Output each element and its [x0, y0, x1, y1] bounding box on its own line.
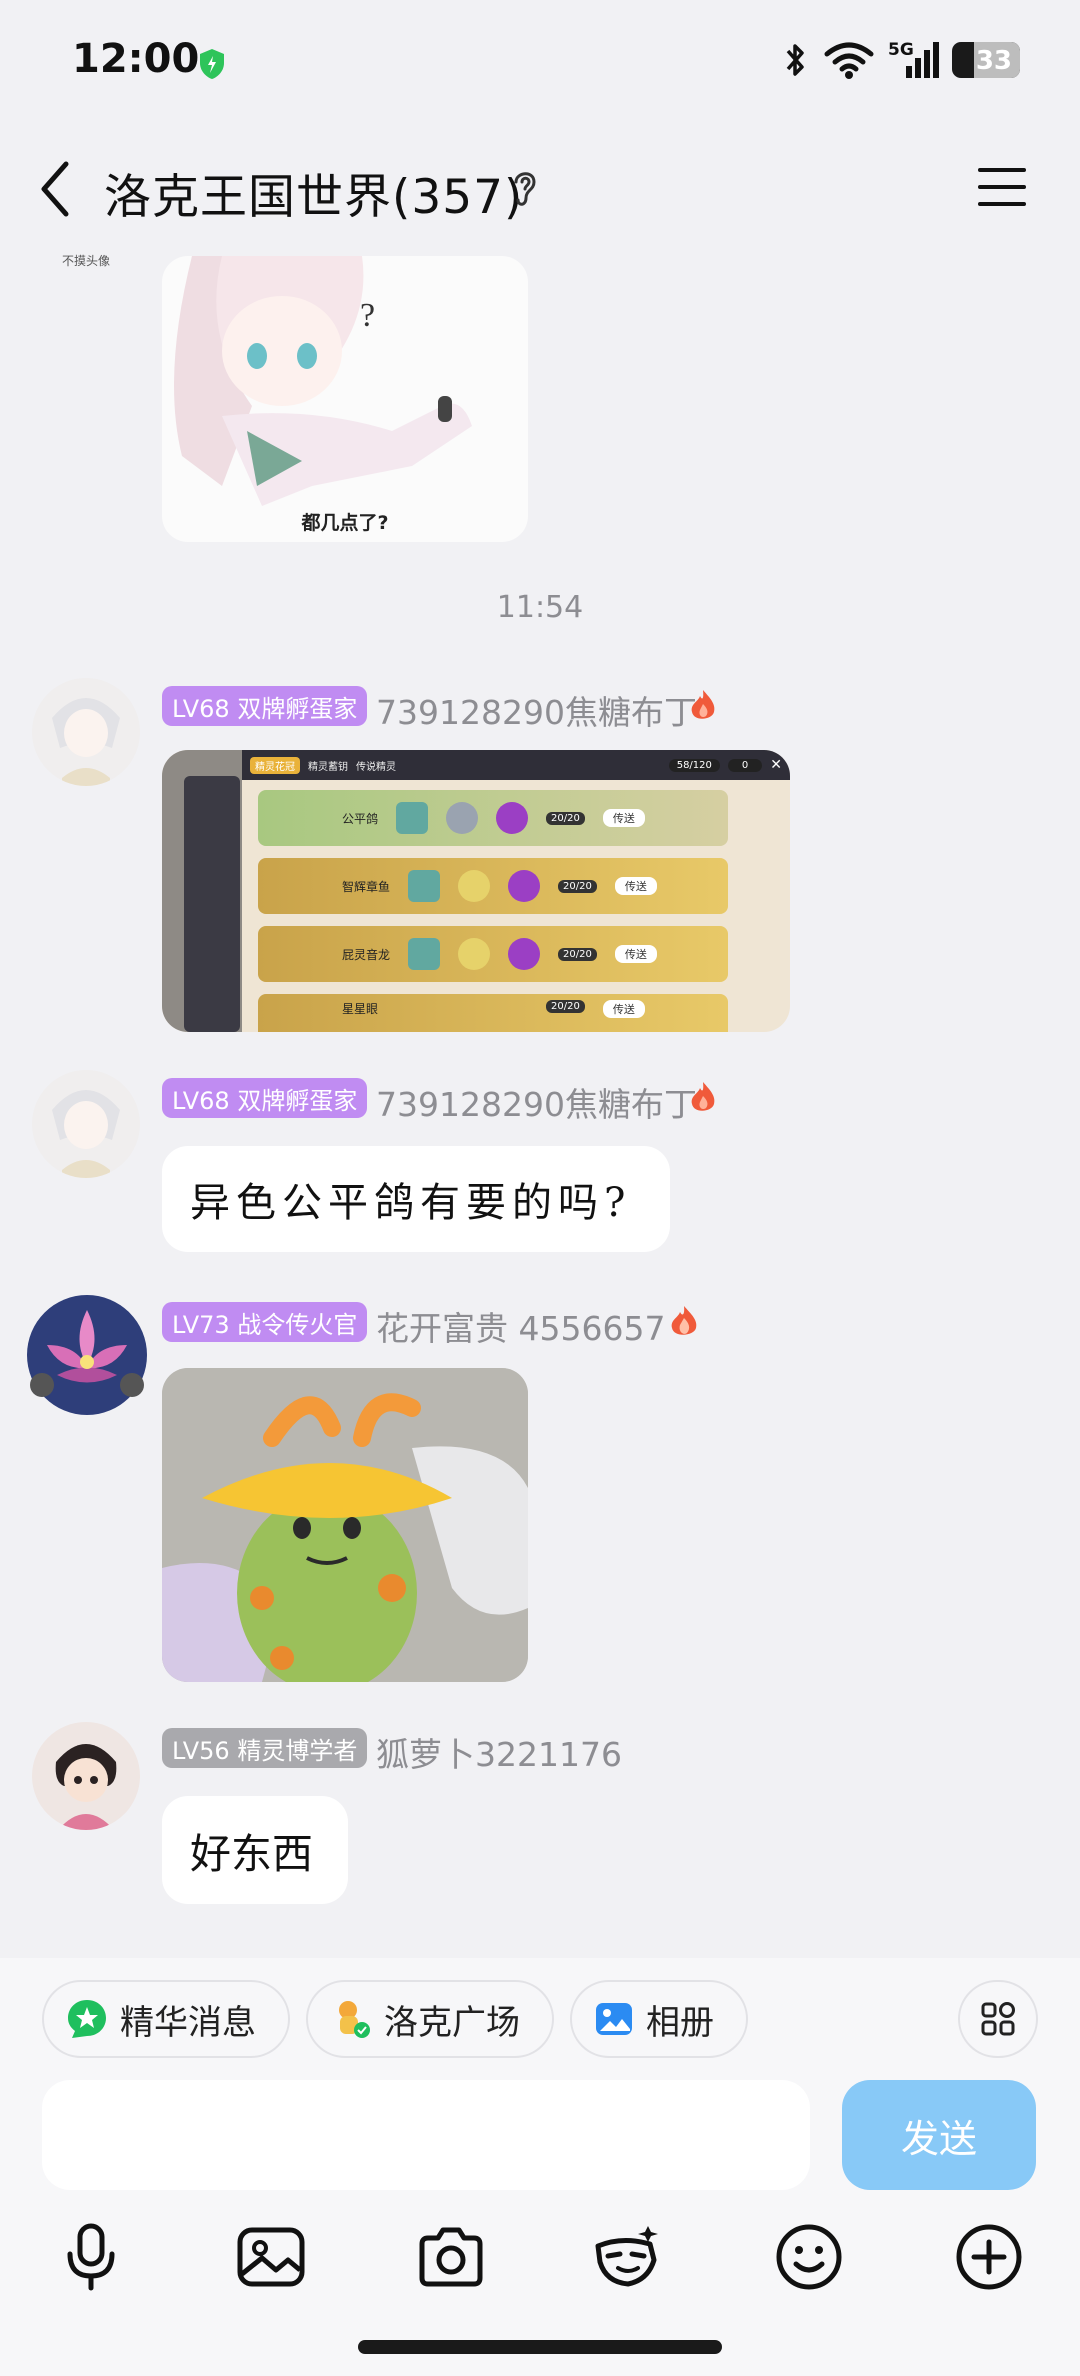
rock-square-chip[interactable]: 洛克广场: [306, 1980, 554, 2058]
game-tab: 精灵花冠: [250, 756, 300, 774]
game-row-name: 屁灵音龙: [342, 947, 391, 962]
anime-sticker-image[interactable]: ? 都几点了?: [162, 256, 528, 542]
apps-grid-icon: [981, 2002, 1015, 2036]
sticker-caption: 都几点了?: [301, 512, 389, 534]
avatar[interactable]: [32, 1070, 140, 1178]
avatar[interactable]: [32, 1722, 140, 1830]
chip-label: 精华消息: [120, 2002, 256, 2043]
level-badge: LV73 战令传火官: [162, 1302, 368, 1342]
game-counter: 58/120: [668, 758, 720, 772]
flame-icon: [671, 1306, 697, 1335]
game-row-count: 20/20: [546, 1000, 585, 1013]
status-icons: 5G 33: [782, 40, 1020, 80]
home-indicator[interactable]: [358, 2340, 722, 2354]
battery-icon: 33: [952, 42, 1020, 78]
game-row: 公平鸽 20/20 传送: [258, 790, 728, 846]
apps-grid-button[interactable]: [958, 1980, 1038, 2058]
game-tab: 精灵蓄钥: [308, 761, 348, 773]
ear-icon[interactable]: [510, 166, 540, 210]
sender-name[interactable]: 739128290焦糖布丁: [376, 1078, 697, 1126]
level-badge: LV68 双牌孵蛋家: [162, 686, 368, 726]
image-icon[interactable]: [236, 2222, 306, 2292]
message-bubble[interactable]: 异色公平鸽有要的吗?: [162, 1146, 670, 1252]
avatar-illustration: [52, 698, 120, 786]
game-row-button: 传送: [602, 1000, 645, 1018]
menu-icon[interactable]: [976, 162, 1028, 212]
avatar-illustration: [55, 1744, 117, 1830]
flame-icon: [691, 690, 715, 719]
svg-text:?: ?: [360, 297, 375, 334]
chip-label: 洛克广场: [384, 2002, 520, 2043]
rock-mascot-icon: [339, 2001, 370, 2038]
game-row-button: 传送: [602, 809, 645, 827]
sticker-icon[interactable]: [592, 2222, 662, 2292]
level-badge: LV68 双牌孵蛋家: [162, 1078, 368, 1118]
microphone-icon[interactable]: [56, 2222, 126, 2292]
album-icon: [596, 2003, 632, 2035]
anime-girl-illustration: ?: [174, 256, 472, 506]
game-tab: 传说精灵: [356, 761, 396, 773]
battery-percent: 33: [975, 46, 1012, 76]
caterpillar-sticker-image[interactable]: [162, 1368, 528, 1682]
status-time: 12:00: [72, 36, 200, 82]
game-row-button: 传送: [614, 877, 657, 895]
avatar-illustration: [52, 1090, 120, 1178]
game-row-button: 传送: [614, 945, 657, 963]
lotus-avatar-illustration: [27, 1295, 147, 1415]
essence-messages-chip[interactable]: 精华消息: [42, 1980, 290, 2058]
send-button[interactable]: 发送: [842, 2080, 1036, 2190]
wifi-icon: [824, 42, 874, 79]
emoji-icon[interactable]: [774, 2222, 844, 2292]
back-arrow-icon[interactable]: [34, 158, 78, 220]
bluetooth-icon: [786, 44, 804, 76]
sender-name[interactable]: 花开富贵 4556657: [376, 1302, 665, 1350]
avatar-caption: 不摸头像: [62, 254, 111, 268]
caterpillar-illustration: [162, 1368, 528, 1682]
game-screenshot-image[interactable]: 精灵花冠 精灵蓄钥 传说精灵 58/120 0 ✕ 公平鸽 20/20 传送 智…: [162, 750, 790, 1032]
avatar[interactable]: [22, 1290, 152, 1420]
game-counter: 0: [727, 758, 763, 772]
game-row: 智辉章鱼 20/20 传送: [258, 858, 728, 914]
chip-label: 相册: [646, 2002, 714, 2043]
game-row-count: 20/20: [546, 811, 585, 825]
plus-icon[interactable]: [954, 2222, 1024, 2292]
security-shield-icon: [200, 49, 224, 79]
game-sidebar-dark: [184, 776, 240, 1032]
camera-icon[interactable]: [416, 2222, 486, 2292]
star-chat-icon: [68, 2000, 106, 2038]
game-row-count: 20/20: [558, 879, 597, 893]
sender-name[interactable]: 739128290焦糖布丁: [376, 686, 697, 734]
flame-icon: [691, 1082, 715, 1111]
group-title[interactable]: 洛克王国世界(357): [104, 158, 523, 227]
level-badge: LV56 精灵博学者: [162, 1728, 368, 1768]
game-row-name: 星星眼: [342, 1002, 379, 1016]
game-topbar: 精灵花冠 精灵蓄钥 传说精灵 58/120 0 ✕: [242, 750, 790, 780]
game-row-count: 20/20: [558, 947, 597, 961]
game-row: 屁灵音龙 20/20 传送: [258, 926, 728, 982]
message-input[interactable]: [42, 2080, 810, 2190]
avatar[interactable]: [32, 678, 140, 786]
album-chip[interactable]: 相册: [570, 1980, 748, 2058]
network-type: 5G: [888, 40, 914, 60]
time-separator: 11:54: [496, 590, 584, 625]
cellular-signal-icon: 5G: [888, 40, 939, 80]
sender-name[interactable]: 狐萝卜3221176: [376, 1728, 622, 1776]
game-row-name: 公平鸽: [342, 811, 379, 826]
game-row: 星星眼 20/20 传送: [258, 994, 728, 1032]
message-bubble[interactable]: 好东西: [162, 1796, 348, 1904]
game-close-icon: ✕: [770, 757, 782, 773]
game-row-name: 智辉章鱼: [342, 879, 391, 894]
